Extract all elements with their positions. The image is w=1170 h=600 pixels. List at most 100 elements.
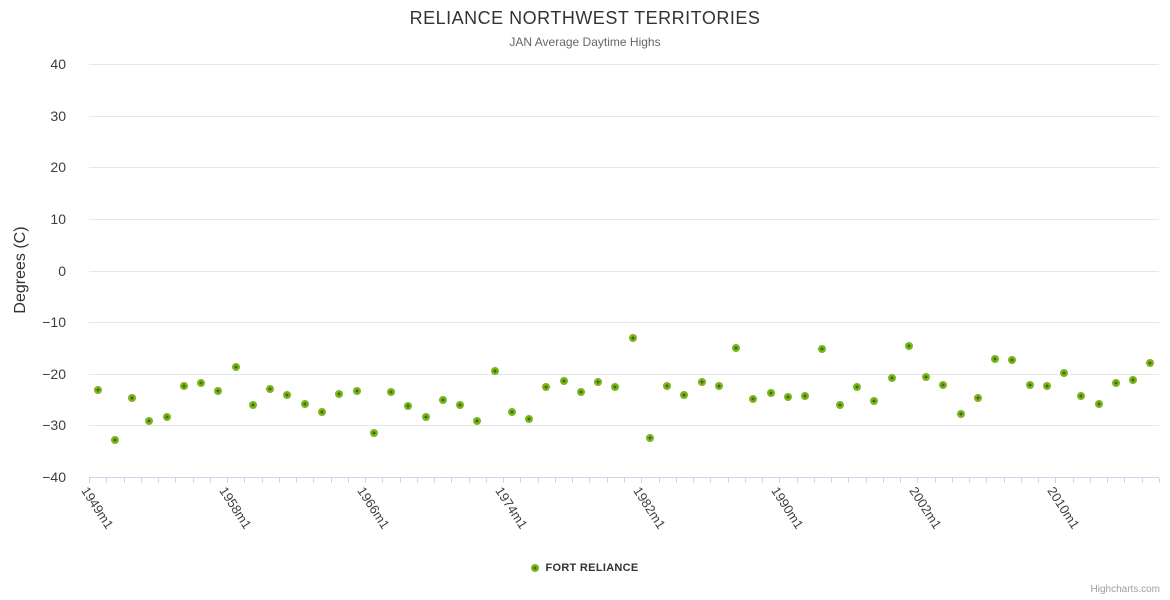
data-point[interactable] xyxy=(145,417,154,426)
data-point[interactable] xyxy=(1025,380,1034,389)
data-point[interactable] xyxy=(628,334,637,343)
data-point[interactable] xyxy=(438,395,447,404)
data-point[interactable] xyxy=(1094,399,1103,408)
x-axis-tick xyxy=(1020,478,1022,483)
data-point[interactable] xyxy=(266,385,275,394)
data-point[interactable] xyxy=(818,344,827,353)
x-axis-tick xyxy=(710,478,712,483)
data-point[interactable] xyxy=(93,386,102,395)
data-point[interactable] xyxy=(231,363,240,372)
data-point[interactable] xyxy=(404,402,413,411)
y-axis-label: 40 xyxy=(50,56,66,72)
gridline xyxy=(89,425,1159,427)
y-axis-label: 10 xyxy=(50,210,66,227)
data-point[interactable] xyxy=(991,354,1000,363)
data-point[interactable] xyxy=(973,394,982,402)
data-point[interactable] xyxy=(594,378,603,386)
data-point[interactable] xyxy=(611,383,620,392)
data-point[interactable] xyxy=(1129,375,1138,384)
x-axis-tick xyxy=(848,478,850,483)
data-point[interactable] xyxy=(300,399,309,408)
x-axis-tick xyxy=(554,478,556,483)
data-point[interactable] xyxy=(645,433,654,442)
data-point[interactable] xyxy=(387,387,396,396)
data-point[interactable] xyxy=(283,391,292,400)
gridline xyxy=(89,218,1159,220)
x-axis-label: 1974m1 xyxy=(492,484,531,532)
x-axis-tick xyxy=(209,478,211,483)
data-point[interactable] xyxy=(1077,392,1086,401)
x-axis-tick xyxy=(986,478,988,483)
data-point[interactable] xyxy=(801,392,810,401)
x-axis-tick xyxy=(158,478,160,483)
x-axis-tick xyxy=(1124,478,1126,483)
data-point[interactable] xyxy=(835,401,844,410)
data-point[interactable] xyxy=(663,381,672,390)
data-point[interactable] xyxy=(870,396,879,405)
credits-link[interactable]: Highcharts.com xyxy=(1091,584,1160,595)
data-point[interactable] xyxy=(507,408,516,417)
data-point[interactable] xyxy=(559,376,568,385)
data-point[interactable] xyxy=(732,344,741,353)
x-axis-tick xyxy=(624,478,625,483)
data-point[interactable] xyxy=(1042,381,1051,390)
data-point[interactable] xyxy=(162,413,171,422)
x-axis-tick xyxy=(1089,478,1091,483)
gridline xyxy=(89,64,1159,65)
data-point[interactable] xyxy=(214,387,223,396)
x-axis-tick xyxy=(106,478,108,483)
data-point[interactable] xyxy=(317,407,326,416)
data-point[interactable] xyxy=(542,383,551,392)
data-point[interactable] xyxy=(110,436,119,445)
series-marker-icon xyxy=(531,564,540,572)
data-point[interactable] xyxy=(473,417,482,426)
x-axis-tick xyxy=(382,478,384,483)
x-axis-tick xyxy=(796,478,798,483)
data-point[interactable] xyxy=(783,393,792,402)
data-point[interactable] xyxy=(490,367,499,376)
data-point[interactable] xyxy=(1146,358,1155,367)
legend-item-fort-reliance[interactable]: FORT RELIANCE xyxy=(0,562,1170,574)
x-axis-tick xyxy=(934,478,936,483)
data-point[interactable] xyxy=(456,400,465,409)
data-point[interactable] xyxy=(852,383,861,392)
data-point[interactable] xyxy=(939,381,948,390)
data-point[interactable] xyxy=(766,388,775,397)
x-axis-tick xyxy=(951,478,953,483)
data-point[interactable] xyxy=(922,372,931,381)
x-axis-tick xyxy=(762,478,764,483)
data-point[interactable] xyxy=(887,373,896,382)
legend-series-label: FORT RELIANCE xyxy=(545,562,639,574)
data-point[interactable] xyxy=(128,394,137,402)
data-point[interactable] xyxy=(680,391,689,400)
data-point[interactable] xyxy=(421,412,430,421)
data-point[interactable] xyxy=(352,386,361,395)
x-axis-tick xyxy=(1072,478,1074,483)
data-point[interactable] xyxy=(197,378,206,387)
data-point[interactable] xyxy=(956,409,965,418)
data-point[interactable] xyxy=(714,382,723,391)
x-axis-label: 1966m1 xyxy=(354,484,393,532)
x-axis-tick xyxy=(831,478,833,483)
x-axis-tick xyxy=(865,478,867,483)
y-axis-label: −40 xyxy=(42,469,66,485)
gridline xyxy=(89,167,1159,169)
data-point[interactable] xyxy=(179,381,188,390)
data-point[interactable] xyxy=(697,378,706,386)
x-axis-tick xyxy=(1038,478,1040,483)
x-axis-tick xyxy=(969,478,971,483)
data-point[interactable] xyxy=(1111,379,1120,388)
data-point[interactable] xyxy=(335,389,344,398)
data-point[interactable] xyxy=(248,401,257,410)
x-axis-tick xyxy=(693,478,695,483)
data-point[interactable] xyxy=(369,428,378,437)
data-point[interactable] xyxy=(576,387,585,396)
x-axis-tick xyxy=(347,478,349,483)
data-point[interactable] xyxy=(904,341,913,350)
x-axis-tick xyxy=(175,478,177,483)
chart-subtitle: JAN Average Daytime Highs xyxy=(509,35,661,49)
data-point[interactable] xyxy=(1060,368,1069,377)
data-point[interactable] xyxy=(1008,355,1017,364)
data-point[interactable] xyxy=(525,415,534,424)
data-point[interactable] xyxy=(749,394,758,403)
